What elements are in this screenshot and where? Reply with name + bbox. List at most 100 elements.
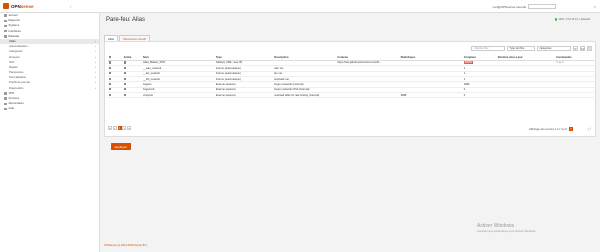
cell-counter-value: 0 bbox=[463, 93, 466, 97]
sidebar: Accueil Rapports Système Interfaces Pare-feu… bbox=[0, 13, 100, 252]
home-icon bbox=[4, 14, 7, 17]
cell-last-update bbox=[496, 92, 556, 99]
row-enabled-checkbox[interactable] bbox=[123, 66, 126, 69]
type-filter-select[interactable]: Type de filtre bbox=[507, 46, 535, 51]
cell-type-value: Externe (avancé) bbox=[215, 82, 236, 86]
top-bar: OPNsense ‹ root@OPNsense.internal ⌕ bbox=[0, 0, 600, 13]
cell-name-value: virusprot bbox=[143, 93, 153, 97]
page-button[interactable]: « bbox=[108, 126, 112, 130]
footer-copyright: OPNsense (c) 2014-2025 Deciso B.V. bbox=[104, 244, 148, 247]
page-button[interactable]: ‹ bbox=[112, 126, 117, 130]
refresh-button[interactable]: ⟳ bbox=[573, 46, 578, 51]
windows-activation-watermark: Activer Windows Accédez aux paramètres p… bbox=[477, 223, 536, 233]
refresh-icon: ⟳ bbox=[574, 47, 577, 51]
search-icon[interactable]: ⌕ bbox=[594, 4, 596, 9]
network-icon bbox=[4, 29, 7, 33]
cell-name-value: __lan_network bbox=[143, 72, 160, 76]
computer-icon bbox=[4, 24, 7, 28]
main-content: Pare-feu: Alias bbox=[104, 13, 596, 23]
search-placeholder: Rechercher bbox=[475, 47, 489, 50]
cell-counter-value: 0 bbox=[463, 88, 466, 92]
cell-counter-value: 1 bbox=[463, 66, 466, 70]
top-icons: ⌕ bbox=[594, 4, 596, 9]
cell-counter-value: 68958 bbox=[463, 61, 473, 65]
chart-icon bbox=[4, 19, 7, 23]
export-icons: ⤓ ⤒ bbox=[587, 127, 591, 131]
power-icon bbox=[4, 102, 7, 106]
opnsense-logo-icon bbox=[3, 3, 9, 9]
row-select-checkbox[interactable] bbox=[109, 77, 112, 80]
global-search-input[interactable] bbox=[528, 3, 556, 9]
logo[interactable]: OPNsense bbox=[3, 3, 34, 9]
table-row[interactable]: virusprot Externe (avancé) overload table … bbox=[108, 92, 594, 99]
status-ok-icon bbox=[554, 18, 558, 21]
alias-table: Activé Nom Type Description Contenu Stat… bbox=[108, 55, 594, 99]
status-bar: APN / 172.16.0.1 / Alias/Ad bbox=[554, 18, 590, 21]
pagination-info-text: Affichage des entrées 1 à 7 sur 8 bbox=[528, 127, 567, 131]
sidebar-item-label: Aide bbox=[8, 106, 15, 111]
category-filter-select[interactable]: catégories bbox=[537, 46, 571, 51]
pagination-info: Affichage des entrées 1 à 7 sur 8 7 bbox=[529, 127, 573, 131]
user-host-label[interactable]: root@OPNsense.internal bbox=[493, 5, 526, 9]
cell-content bbox=[336, 92, 400, 99]
page-title: Pare-feu: Alias bbox=[106, 17, 146, 23]
grid-toolbar: ⌕ Rechercher Type de filtre catégories ⟳… bbox=[471, 46, 592, 51]
page-button[interactable]: » bbox=[127, 126, 132, 130]
checkbox-cell bbox=[108, 92, 123, 99]
lock-icon bbox=[4, 92, 7, 95]
columns-button[interactable]: ☰ bbox=[587, 46, 592, 51]
row-select-checkbox[interactable] bbox=[109, 88, 112, 91]
cell-description-value: overload table for rate limiting (intern… bbox=[274, 93, 320, 97]
alias-panel: ⌕ Rechercher Type de filtre catégories ⟳… bbox=[104, 41, 596, 137]
row-enabled-checkbox[interactable] bbox=[123, 61, 126, 64]
cell-name: virusprot bbox=[142, 92, 215, 99]
select-all-checkbox[interactable] bbox=[109, 55, 112, 58]
page-button[interactable]: › bbox=[122, 126, 127, 130]
cell-type-value: Interne (automatique) bbox=[215, 77, 241, 81]
row-enabled-checkbox[interactable] bbox=[123, 88, 126, 91]
grid-search-input[interactable]: ⌕ Rechercher bbox=[471, 46, 505, 51]
status-text: APN / 172.16.0.1 / Alias/Ad bbox=[558, 18, 590, 21]
pagination: «‹ 1 ›» bbox=[108, 126, 132, 130]
columns-icon: ☰ bbox=[588, 47, 591, 51]
checkbox-cell bbox=[122, 92, 143, 99]
cell-description-value: wan net bbox=[274, 66, 284, 70]
row-select-checkbox[interactable] bbox=[109, 82, 112, 86]
cell-counter-value: 1895 bbox=[463, 82, 470, 86]
cell-counter-value: 1 bbox=[463, 77, 466, 81]
row-select-checkbox[interactable] bbox=[109, 72, 112, 75]
cell-type: Externe (avancé) bbox=[214, 92, 274, 99]
cell-counter: 0 bbox=[462, 92, 497, 99]
brand-suffix: sense bbox=[20, 3, 34, 9]
cell-name-value: __lo0_network bbox=[143, 77, 160, 81]
edit-icon[interactable]: ✎ bbox=[556, 61, 558, 64]
sidebar-item-aide[interactable]: Aide bbox=[0, 106, 99, 111]
watermark-subtitle: Accédez aux paramètres pour activer Wind… bbox=[477, 229, 537, 233]
cell-type-value: Table(s) (URL, Geo IP) bbox=[215, 61, 243, 65]
cell-statistics-value: 3898 bbox=[400, 93, 407, 97]
cell-type-value: Interne (automatique) bbox=[215, 72, 241, 76]
cell-description-value: loopback net bbox=[274, 77, 289, 81]
rows-per-page-indicator[interactable]: 7 bbox=[569, 127, 573, 131]
rows-per-page-select[interactable]: 10 bbox=[580, 46, 585, 51]
row-enabled-checkbox[interactable] bbox=[123, 93, 126, 96]
row-select-checkbox[interactable] bbox=[109, 66, 112, 69]
upload-icon[interactable]: ⤒ bbox=[590, 127, 591, 131]
delete-icon[interactable]: ✕ bbox=[562, 61, 564, 64]
cell-name-value: bogons bbox=[143, 82, 152, 86]
cell-content-value: https://raw.githubusercontent.com/bl... bbox=[337, 61, 382, 65]
row-enabled-checkbox[interactable] bbox=[123, 72, 126, 75]
cell-description-value: lan net bbox=[274, 72, 283, 76]
sidebar-collapse-icon[interactable]: ‹ bbox=[70, 4, 71, 9]
cell-description-value: bogon networks IPv6 (internal) bbox=[274, 88, 310, 92]
row-enabled-checkbox[interactable] bbox=[123, 77, 126, 80]
download-icon[interactable]: ⤓ bbox=[587, 127, 588, 131]
row-select-checkbox[interactable] bbox=[109, 93, 112, 96]
cell-description: overload table for rate limiting (intern… bbox=[273, 92, 337, 99]
row-select-checkbox[interactable] bbox=[109, 61, 112, 64]
apply-button[interactable]: Appliquer bbox=[111, 143, 131, 151]
copy-icon[interactable]: ⎘ bbox=[559, 61, 561, 64]
cell-type-value: Interne (automatique) bbox=[215, 66, 241, 70]
row-enabled-checkbox[interactable] bbox=[123, 82, 126, 86]
page-button[interactable]: 1 bbox=[117, 126, 122, 130]
